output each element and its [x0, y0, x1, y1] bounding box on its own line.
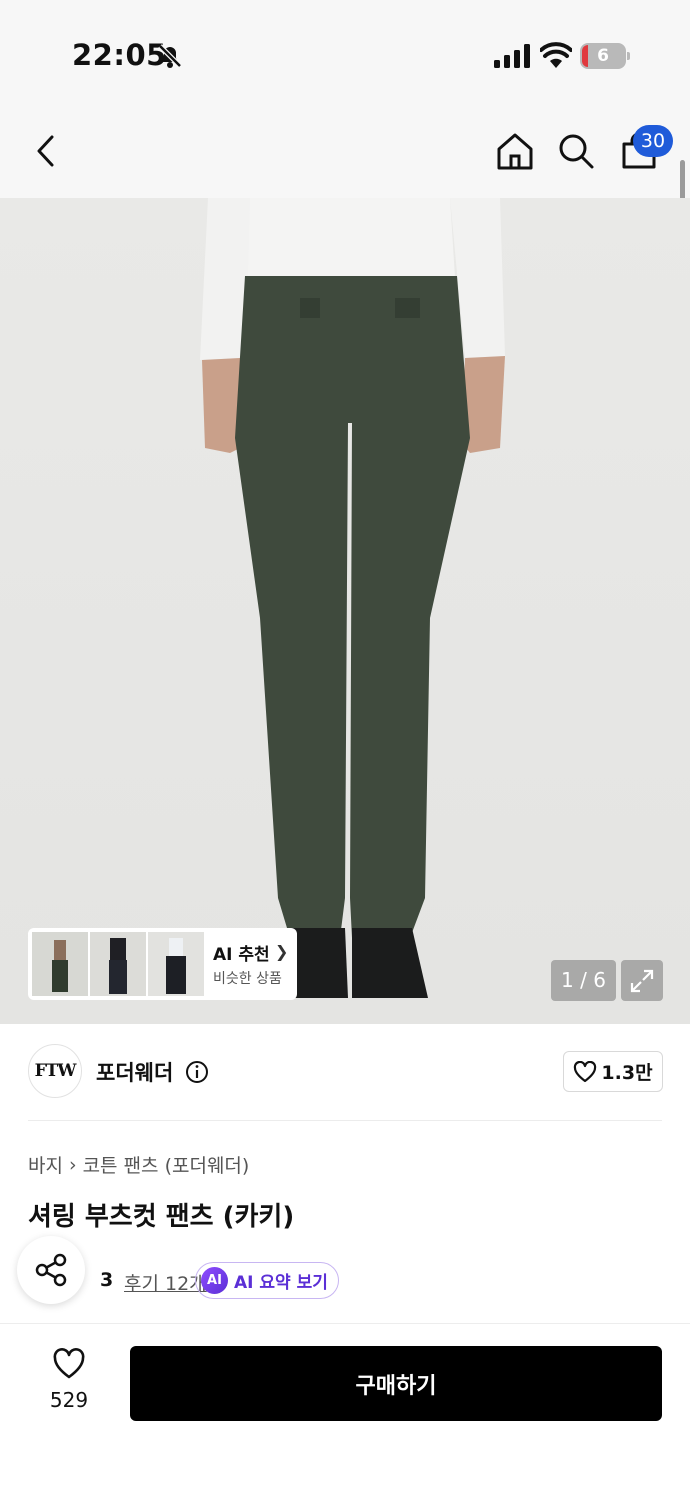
ai-recommend-card[interactable]: AI 추천 ❯ 비슷한 상품 [28, 928, 297, 1000]
recommend-thumbnail[interactable] [90, 932, 146, 996]
product-title: 셔링 부츠컷 팬츠 (카키) [28, 1202, 295, 1232]
battery-icon: 6 [580, 43, 630, 69]
product-like-count: 529 [49, 1388, 89, 1412]
share-button[interactable] [17, 1236, 85, 1304]
buy-button[interactable]: 구매하기 [130, 1346, 662, 1421]
search-icon [559, 134, 594, 169]
expand-image-button[interactable] [621, 960, 663, 1001]
brand-like-count: 1.3만 [601, 1062, 653, 1084]
brand-name[interactable]: 포더웨더 [96, 1057, 173, 1087]
battery-level: 6 [597, 46, 609, 66]
ai-recommend-subtitle: 비슷한 상품 [213, 971, 282, 987]
product-photo [200, 198, 505, 998]
breadcrumb: 바지 › 코튼 팬츠 (포더웨더) [28, 1151, 249, 1178]
share-icon [35, 1253, 67, 1287]
ai-summary-label: AI 요약 보기 [234, 1273, 328, 1293]
image-counter: 1 / 6 [551, 960, 616, 1001]
recommend-thumbnail[interactable] [32, 932, 88, 996]
product-image-gallery[interactable]: AI 추천 ❯ 비슷한 상품 1 / 6 [0, 198, 690, 1024]
product-like-button[interactable]: 529 [40, 1346, 98, 1418]
top-nav-bar [0, 110, 690, 198]
status-bar: 22:05 6 [0, 0, 690, 110]
heart-icon [53, 1348, 85, 1379]
ai-recommend-title: AI 추천 [213, 945, 270, 965]
cellular-signal-icon [494, 44, 530, 68]
rating-value: 3 [100, 1269, 114, 1291]
expand-icon [630, 969, 654, 992]
back-button[interactable] [24, 128, 70, 174]
chevron-left-icon [37, 135, 54, 167]
chevron-right-icon: › [68, 1153, 77, 1176]
breadcrumb-subcategory[interactable]: 코튼 팬츠 (포더웨더) [83, 1151, 250, 1178]
bottom-bar-divider [0, 1323, 690, 1324]
ai-sparkle-icon: AI [201, 1267, 228, 1294]
brand-like-button[interactable]: 1.3만 [563, 1051, 663, 1092]
chevron-right-icon: ❯ [275, 942, 289, 961]
home-button[interactable] [492, 128, 538, 174]
heart-icon [574, 1060, 597, 1082]
wifi-icon [540, 42, 572, 68]
search-button[interactable] [553, 128, 599, 174]
bell-slash-icon [158, 44, 182, 68]
ai-summary-button[interactable]: AI AI 요약 보기 [195, 1262, 339, 1299]
recommend-thumbnail[interactable] [148, 932, 204, 996]
status-time: 22:05 [72, 38, 167, 72]
info-icon[interactable] [185, 1060, 209, 1084]
divider [28, 1120, 662, 1121]
cart-count-badge: 30 [633, 125, 673, 157]
brand-logo[interactable]: FTW [28, 1044, 82, 1098]
home-icon [497, 133, 533, 170]
breadcrumb-category[interactable]: 바지 [28, 1151, 63, 1178]
